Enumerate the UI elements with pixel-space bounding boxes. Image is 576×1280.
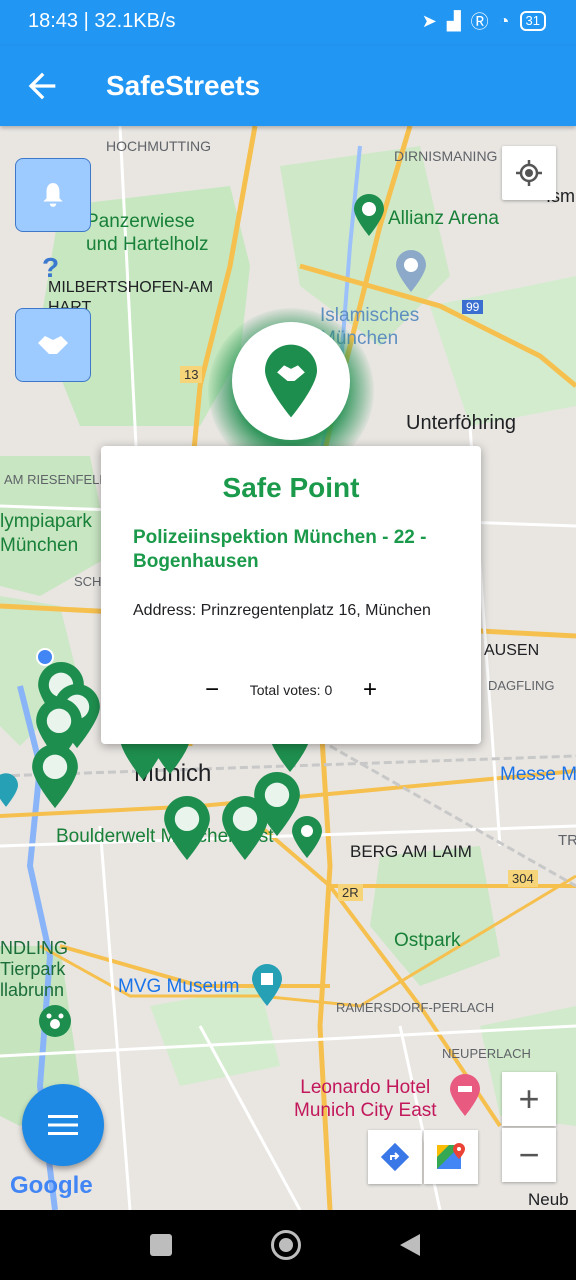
- map-label-dirnismaning: DIRNISMANING: [394, 148, 498, 164]
- directions-icon: [380, 1142, 410, 1172]
- road-badge-304: 304: [508, 870, 538, 887]
- crosshair-icon: [516, 160, 542, 186]
- safe-point-button[interactable]: [15, 308, 91, 382]
- wifi-icon: ◔: [498, 10, 510, 31]
- hotel-poi-icon[interactable]: [450, 1074, 480, 1116]
- road-badge-13: 13: [180, 366, 203, 383]
- map-label-dagfling: DAGFLING: [488, 678, 555, 693]
- home-circle-icon[interactable]: [271, 1230, 301, 1260]
- zoo-poi-icon[interactable]: [38, 1004, 72, 1038]
- map-label-olympiapark: lympiapark München: [0, 511, 92, 556]
- app-title: SafeStreets: [106, 70, 261, 101]
- alert-button[interactable]: [15, 158, 91, 232]
- google-logo: Google: [10, 1172, 93, 1199]
- system-nav-bar: [0, 1210, 576, 1280]
- map-label-unterfoehring: Unterföhring: [406, 412, 517, 434]
- handshake-icon: [38, 336, 68, 354]
- back-arrow-icon[interactable]: [22, 66, 62, 106]
- map-label-tr: TR: [558, 832, 576, 849]
- museum-poi-icon[interactable]: [252, 964, 282, 1006]
- safe-point-marker[interactable]: [164, 796, 210, 860]
- road-badge-2r: 2R: [338, 884, 363, 901]
- battery-indicator: 31: [519, 11, 546, 31]
- signal-icon: ▟: [446, 10, 461, 31]
- map-label-ostpark: Ostpark: [394, 930, 461, 951]
- map-label-hausen: AUSEN: [484, 642, 540, 659]
- map-label-leonardo-hotel: Leonardo Hotel Munich City East: [294, 1077, 437, 1121]
- recents-square-icon[interactable]: [150, 1234, 172, 1256]
- safe-point-marker[interactable]: [32, 744, 78, 808]
- poi-edge-icon[interactable]: [0, 772, 18, 808]
- mosque-poi-icon[interactable]: [396, 250, 426, 292]
- map-label-messe: Messe M: [500, 764, 576, 785]
- back-triangle-icon[interactable]: [398, 1232, 422, 1258]
- status-icons: ➤ ▟ Ⓡ ◔ 31: [422, 8, 546, 34]
- safe-point-marker[interactable]: [254, 772, 300, 836]
- map-label-tierpark: NDLING Tierpark llabrunn: [0, 938, 69, 1000]
- map-label-neub: Neub: [528, 1190, 569, 1209]
- map-label-hochmutting: HOCHMUTTING: [106, 138, 211, 154]
- help-icon[interactable]: ?: [42, 252, 59, 284]
- menu-fab-button[interactable]: [22, 1084, 104, 1166]
- road-badge-99: 99: [462, 300, 484, 314]
- safe-point-address: Address: Prinzregentenplatz 16, München: [133, 602, 431, 619]
- open-google-maps-button[interactable]: [424, 1130, 478, 1184]
- upvote-button[interactable]: +: [355, 676, 385, 706]
- map-label-riesenfeld: AM RIESENFELD: [4, 472, 109, 487]
- map-label-neuperlach: NEUPERLACH: [442, 1046, 531, 1061]
- stadium-poi-icon[interactable]: [354, 194, 384, 236]
- hamburger-menu-icon: [48, 1115, 78, 1135]
- map-label-ramersdorf: RAMERSDORF-PERLACH: [336, 1000, 495, 1015]
- zoom-in-button[interactable]: +: [502, 1072, 556, 1126]
- popup-title: Safe Point: [222, 472, 360, 503]
- zoom-out-button[interactable]: −: [502, 1128, 556, 1182]
- bell-icon: [43, 183, 63, 207]
- map-label-panzerwiese: Panzerwiese und Hartelholz: [86, 211, 209, 255]
- app-bar: SafeStreets: [0, 46, 576, 126]
- directions-button[interactable]: [368, 1130, 422, 1184]
- status-time: 18:43 | 32.1KB/s: [28, 10, 176, 32]
- registered-icon: Ⓡ: [470, 12, 489, 32]
- safe-point-name: Polizeiinspektion München - 22 - Bogenha…: [133, 527, 427, 572]
- status-bar: 18:43 | 32.1KB/s ➤ ▟ Ⓡ ◔ 31: [0, 0, 576, 46]
- map-label-mvg-museum: MVG Museum: [118, 976, 240, 997]
- safe-point-popup: Safe Point Polizeiinspektion München - 2…: [101, 446, 481, 744]
- my-location-button[interactable]: [502, 146, 556, 200]
- total-votes-label: Total votes: 0: [249, 682, 333, 698]
- location-arrow-icon: ➤: [421, 10, 437, 31]
- map-label-allianz-arena: Allianz Arena: [388, 208, 499, 229]
- selected-safe-point-marker[interactable]: [232, 322, 350, 440]
- handshake-pin-icon: [265, 344, 317, 418]
- google-maps-icon: [437, 1143, 465, 1169]
- map-label-berg-am-laim: BERG AM LAIM: [350, 842, 472, 861]
